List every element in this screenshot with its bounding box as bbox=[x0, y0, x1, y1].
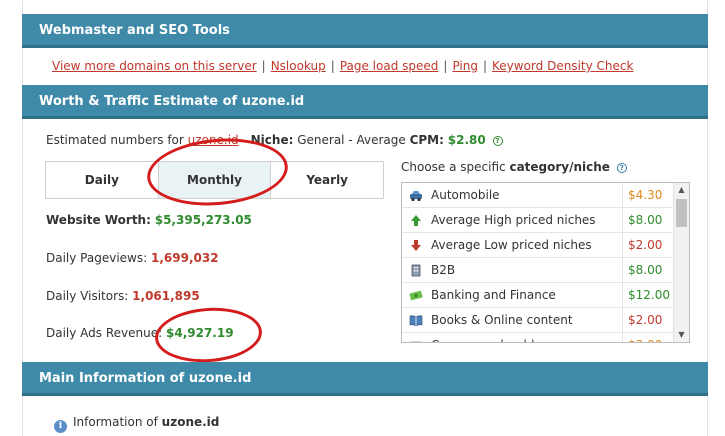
separator: | bbox=[330, 59, 335, 73]
niche-row-b2b[interactable]: B2B $8.00 bbox=[402, 258, 674, 283]
daily-visitors-label: Daily Visitors: bbox=[46, 289, 129, 303]
niche-price: $2.00 bbox=[622, 308, 674, 333]
niche-row-average-high[interactable]: Average High priced niches $8.00 bbox=[402, 208, 674, 233]
book-icon bbox=[409, 315, 423, 327]
niche-title-prefix: Choose a specific bbox=[401, 160, 506, 174]
daily-ads-revenue-label: Daily Ads Revenue: bbox=[46, 326, 163, 340]
stat-daily-ads-revenue: Daily Ads Revenue: $4,927.19 bbox=[46, 326, 234, 340]
scroll-down-icon[interactable]: ▼ bbox=[674, 328, 689, 342]
niche-label: B2B bbox=[431, 263, 456, 277]
section-header-worth: Worth & Traffic Estimate of uzone.id bbox=[22, 85, 708, 119]
link-page-load-speed[interactable]: Page load speed bbox=[340, 59, 439, 73]
daily-pageviews-label: Daily Pageviews: bbox=[46, 251, 148, 265]
section-title-webmaster: Webmaster and SEO Tools bbox=[39, 23, 230, 38]
niche-label: Automobile bbox=[431, 188, 500, 202]
tab-yearly[interactable]: Yearly bbox=[271, 162, 383, 198]
estimate-prefix: Estimated numbers for bbox=[46, 133, 184, 147]
website-worth-label: Website Worth: bbox=[46, 213, 151, 227]
section-title-main-info: Main Information of uzone.id bbox=[39, 371, 252, 386]
niche-label: Niche: bbox=[250, 133, 294, 147]
tab-daily[interactable]: Daily bbox=[46, 162, 159, 198]
link-keyword-density-check[interactable]: Keyword Density Check bbox=[492, 59, 633, 73]
daily-visitors-value: 1,061,895 bbox=[132, 289, 200, 303]
info-icon: i bbox=[54, 420, 67, 433]
niche-label: Average Low priced niches bbox=[431, 238, 592, 252]
section-header-webmaster: Webmaster and SEO Tools bbox=[22, 14, 708, 48]
niche-title-bold: category/niche bbox=[509, 160, 610, 174]
separator: | bbox=[482, 59, 488, 73]
niche-list[interactable]: Automobile $4.30 Average High priced nic… bbox=[401, 182, 690, 343]
car-icon bbox=[410, 191, 422, 202]
info-prefix: Information of bbox=[73, 415, 158, 429]
niche-price: $8.00 bbox=[622, 208, 674, 233]
stat-daily-pageviews: Daily Pageviews: 1,699,032 bbox=[46, 251, 219, 265]
help-icon[interactable]: ? bbox=[616, 163, 627, 173]
scroll-up-icon[interactable]: ▲ bbox=[674, 183, 689, 197]
niche-label: Banking and Finance bbox=[431, 288, 556, 302]
niche-price: $8.00 bbox=[622, 258, 674, 283]
niche-scrollbar[interactable]: ▲ ▼ bbox=[673, 183, 689, 342]
period-tabs: Daily Monthly Yearly bbox=[45, 161, 384, 199]
niche-value: General - Average bbox=[297, 133, 406, 147]
help-icon[interactable]: ? bbox=[492, 136, 503, 146]
estimate-line: Estimated numbers for uzone.id - Niche: … bbox=[46, 133, 503, 147]
arrow-up-icon bbox=[411, 215, 421, 226]
section-title-worth: Worth & Traffic Estimate of uzone.id bbox=[39, 94, 305, 109]
niche-row-consumer-durables[interactable]: Consumer durables $3.00 bbox=[402, 333, 674, 342]
daily-pageviews-value: 1,699,032 bbox=[150, 251, 219, 265]
daily-ads-revenue-value: $4,927.19 bbox=[166, 326, 234, 340]
tools-links: View more domains on this server | Nslooku… bbox=[52, 59, 633, 73]
cpm-label: CPM: bbox=[409, 133, 444, 147]
niche-price: $2.00 bbox=[622, 233, 674, 258]
niche-row-automobile[interactable]: Automobile $4.30 bbox=[402, 183, 674, 208]
niche-label: Average High priced niches bbox=[431, 213, 596, 227]
niche-price: $4.30 bbox=[622, 183, 674, 208]
info-line: i Information of uzone.id bbox=[54, 415, 219, 433]
niche-title: Choose a specific category/niche ? bbox=[401, 160, 627, 174]
niche-row-books[interactable]: Books & Online content $2.00 bbox=[402, 308, 674, 333]
building-icon bbox=[411, 264, 421, 277]
stat-daily-visitors: Daily Visitors: 1,061,895 bbox=[46, 289, 200, 303]
scroll-thumb[interactable] bbox=[676, 199, 687, 227]
stat-website-worth: Website Worth: $5,395,273.05 bbox=[46, 213, 252, 227]
link-view-more-domains[interactable]: View more domains on this server bbox=[52, 59, 257, 73]
niche-price: $12.00 bbox=[622, 283, 674, 308]
money-icon bbox=[409, 290, 423, 301]
website-worth-value: $5,395,273.05 bbox=[154, 213, 252, 227]
tab-monthly[interactable]: Monthly bbox=[158, 162, 272, 198]
info-domain: uzone.id bbox=[161, 415, 220, 429]
niche-label: Books & Online content bbox=[431, 313, 573, 327]
section-header-main-info: Main Information of uzone.id bbox=[22, 362, 708, 396]
cpm-value: $2.80 bbox=[447, 133, 486, 147]
box-icon bbox=[410, 341, 422, 342]
niche-row-banking[interactable]: Banking and Finance $12.00 bbox=[402, 283, 674, 308]
link-nslookup[interactable]: Nslookup bbox=[271, 59, 326, 73]
separator: | bbox=[443, 59, 448, 73]
niche-price: $3.00 bbox=[622, 333, 674, 342]
arrow-down-icon bbox=[411, 240, 421, 251]
estimate-domain-link[interactable]: uzone.id bbox=[188, 133, 239, 147]
niche-row-average-low[interactable]: Average Low priced niches $2.00 bbox=[402, 233, 674, 258]
niche-label: Consumer durables bbox=[431, 333, 548, 342]
separator: | bbox=[261, 59, 266, 73]
link-ping[interactable]: Ping bbox=[452, 59, 478, 73]
